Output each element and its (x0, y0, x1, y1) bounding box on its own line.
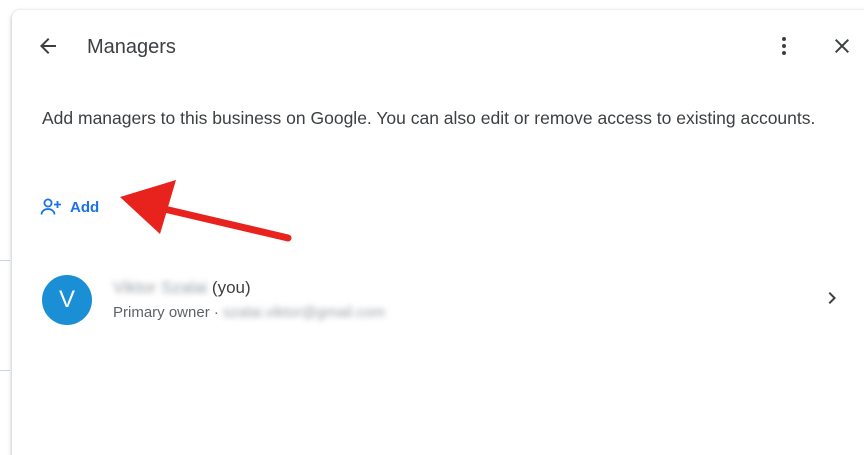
avatar: V (42, 275, 92, 325)
account-email-redacted: szalai.viktor@gmail.com (223, 304, 385, 321)
back-button[interactable] (32, 30, 64, 62)
background-edge-line (0, 260, 10, 261)
more-vert-icon (782, 37, 786, 55)
chevron-right-icon (828, 292, 836, 304)
add-manager-button[interactable]: Add (40, 192, 99, 222)
description-text: Add managers to this business on Google.… (42, 108, 816, 128)
account-role: Primary owner (113, 304, 210, 321)
background-edge-line (0, 370, 10, 371)
screenshot-stage: Managers Add managers to this business o… (0, 0, 864, 455)
more-options-button[interactable] (768, 30, 800, 62)
add-button-label: Add (70, 198, 100, 216)
close-icon (835, 39, 849, 53)
arrow-left-icon (40, 38, 56, 54)
person-add-icon (40, 198, 61, 215)
managers-panel: Managers Add managers to this business o… (12, 10, 864, 455)
close-button[interactable] (826, 30, 858, 62)
account-you-label: (you) (211, 278, 251, 297)
account-name: Viktor Szalai (you) (113, 276, 251, 300)
account-row[interactable]: V Viktor Szalai (you) Primary owner · sz… (12, 262, 864, 338)
separator-dot: · (213, 304, 219, 321)
page-title: Managers (87, 36, 176, 58)
account-subtitle: Primary owner · szalai.viktor@gmail.com (113, 302, 385, 324)
account-name-redacted: Viktor Szalai (113, 278, 208, 297)
panel-header: Managers (12, 10, 864, 82)
